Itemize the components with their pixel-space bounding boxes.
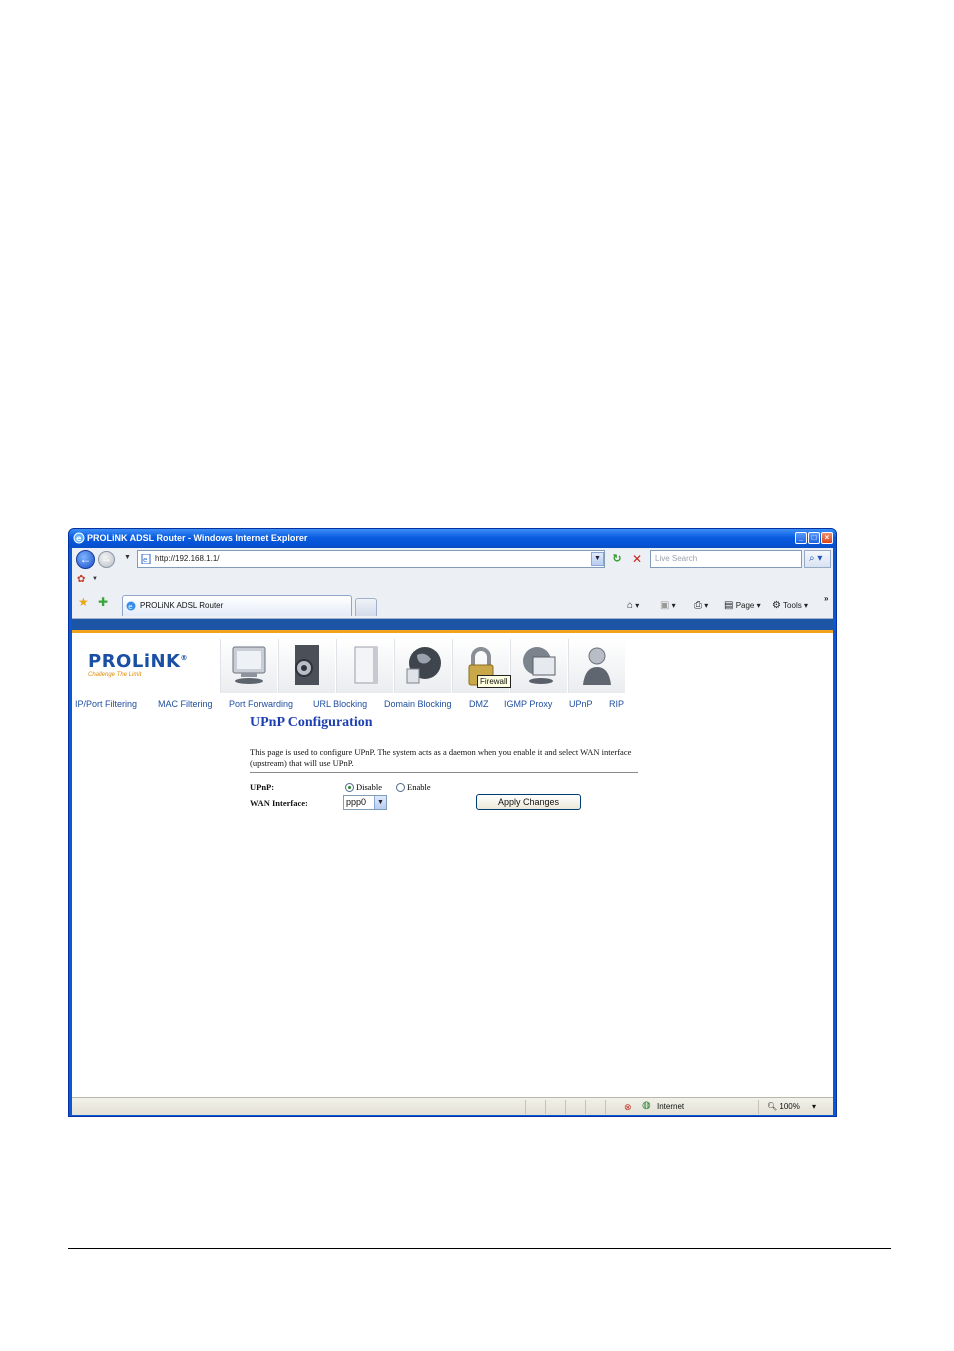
zone-label: Internet	[657, 1102, 685, 1111]
header-band	[72, 619, 833, 630]
divider	[250, 772, 638, 773]
submenu-url-blocking[interactable]: URL Blocking	[313, 699, 367, 709]
advanced-icon[interactable]	[336, 639, 393, 693]
add-favorite-icon[interactable]: ✚	[98, 595, 108, 609]
tools-menu[interactable]: ⚙ Tools ▾	[772, 600, 808, 611]
brand-tagline: Challenge The Limit	[88, 672, 142, 678]
title-bar[interactable]: e PROLiNK ADSL Router - Windows Internet…	[69, 529, 836, 548]
search-button[interactable]: ⌕ ▾	[804, 550, 831, 568]
tools-menu-label: Tools	[783, 601, 802, 610]
upnp-config-panel: UPnP Configuration This page is used to …	[250, 715, 638, 810]
page-description: This page is used to configure UPnP. The…	[250, 747, 632, 768]
page-title: UPnP Configuration	[250, 715, 373, 730]
submenu-igmp-proxy[interactable]: IGMP Proxy	[504, 699, 552, 709]
radio-checked-icon	[345, 782, 354, 792]
recent-pages-dropdown-icon[interactable]: ▼	[124, 554, 131, 561]
tab-title: PROLiNK ADSL Router	[140, 601, 224, 610]
refresh-button[interactable]: ↻	[608, 550, 626, 568]
translate-icon[interactable]: ✿	[77, 574, 85, 585]
wan-interface-label: WAN Interface:	[250, 798, 308, 808]
new-tab-button[interactable]	[355, 598, 377, 616]
home-icon[interactable]: ⌂ ▾	[627, 600, 639, 611]
brand-name: PROLiNK	[88, 651, 181, 672]
ie-logo-icon: e	[73, 532, 85, 544]
submenu-mac-filtering[interactable]: MAC Filtering	[158, 699, 213, 709]
zoom-dropdown-icon[interactable]: ▾	[812, 1102, 816, 1111]
submenu-port-forwarding[interactable]: Port Forwarding	[229, 699, 293, 709]
page-icon: e	[141, 554, 151, 564]
forward-button[interactable]: →	[98, 551, 115, 568]
submenu-bar: IP/Port Filtering MAC Filtering Port For…	[72, 696, 833, 714]
status-icon[interactable]	[220, 639, 277, 693]
svg-text:e: e	[143, 556, 147, 564]
footer-rule	[68, 1248, 891, 1249]
firewall-tooltip: Firewall	[477, 675, 511, 688]
upnp-enable-label: Enable	[407, 782, 431, 792]
radio-unchecked-icon	[396, 782, 405, 792]
maintenance-icon[interactable]	[510, 639, 567, 693]
upnp-label: UPnP:	[250, 782, 275, 792]
svg-text:e: e	[76, 534, 82, 543]
zoom-icon: 🔍︎	[767, 1102, 778, 1111]
back-button[interactable]: ←	[76, 550, 95, 569]
tab-prolink-router[interactable]: e PROLiNK ADSL Router	[122, 595, 352, 616]
page-icon: e	[126, 601, 136, 611]
wan-interface-select[interactable]: ppp0 ▼	[343, 795, 387, 810]
brand-logo: PROLiNK® Challenge The Limit	[72, 639, 218, 692]
upnp-disable-label: Disable	[356, 782, 382, 792]
feeds-icon[interactable]: ▣ ▾	[660, 600, 676, 611]
page-viewport: PROLiNK® Challenge The Limit Firewall IP	[72, 619, 833, 1097]
page-menu-label: Page	[735, 601, 755, 610]
maximize-button[interactable]: □	[808, 532, 820, 544]
wan-interface-row: WAN Interface: ppp0 ▼ Apply Changes	[250, 794, 638, 810]
submenu-ip-port-filtering[interactable]: IP/Port Filtering	[75, 699, 137, 709]
zoom-control[interactable]: 🔍︎ 100%	[767, 1102, 800, 1111]
window-title: PROLiNK ADSL Router - Windows Internet E…	[87, 533, 308, 543]
globe-icon: ◍	[642, 1100, 651, 1111]
browser-chrome: ← → ▼ e http://192.168.1.1/ ▼ ↻ ✕ Live S…	[72, 548, 833, 619]
close-button[interactable]: ×	[821, 532, 833, 544]
zoom-level: 100%	[779, 1102, 800, 1111]
address-bar[interactable]: e http://192.168.1.1/	[137, 550, 605, 568]
favorites-star-icon[interactable]: ★	[78, 595, 89, 609]
upnp-row: UPnP: Disable Enable	[250, 778, 638, 794]
header-accent-line	[72, 630, 833, 633]
address-dropdown-icon[interactable]: ▼	[591, 552, 604, 566]
minimize-button[interactable]: _	[795, 532, 807, 544]
stop-button[interactable]: ✕	[628, 550, 646, 568]
translate-dropdown-icon[interactable]: ▼	[92, 576, 98, 582]
chevron-down-icon: ▼	[374, 796, 386, 809]
upnp-disable-radio[interactable]: Disable	[345, 782, 382, 792]
page-menu[interactable]: ▤ Page ▾	[724, 600, 761, 611]
admin-icon[interactable]	[568, 639, 625, 693]
browser-window: e PROLiNK ADSL Router - Windows Internet…	[68, 528, 837, 1117]
submenu-dmz[interactable]: DMZ	[469, 699, 489, 709]
print-icon[interactable]: ⎙ ▾	[694, 600, 708, 611]
protected-mode-icon[interactable]: ⊗	[624, 1102, 632, 1113]
search-input[interactable]: Live Search	[650, 550, 802, 568]
address-text: http://192.168.1.1/	[155, 554, 220, 563]
submenu-rip[interactable]: RIP	[609, 699, 624, 709]
setup-icon[interactable]	[278, 639, 335, 693]
registered-mark: ®	[180, 654, 189, 662]
submenu-upnp[interactable]: UPnP	[569, 699, 593, 709]
status-bar: ⊗ ◍ Internet 🔍︎ 100% ▾	[72, 1097, 833, 1115]
upnp-enable-radio[interactable]: Enable	[396, 782, 431, 792]
svg-text:e: e	[128, 603, 132, 611]
submenu-domain-blocking[interactable]: Domain Blocking	[384, 699, 452, 709]
wan-interface-value: ppp0	[346, 797, 367, 807]
more-chevron-icon[interactable]: »	[824, 594, 828, 603]
apply-changes-button[interactable]: Apply Changes	[476, 794, 581, 810]
service-icon[interactable]	[394, 639, 451, 693]
